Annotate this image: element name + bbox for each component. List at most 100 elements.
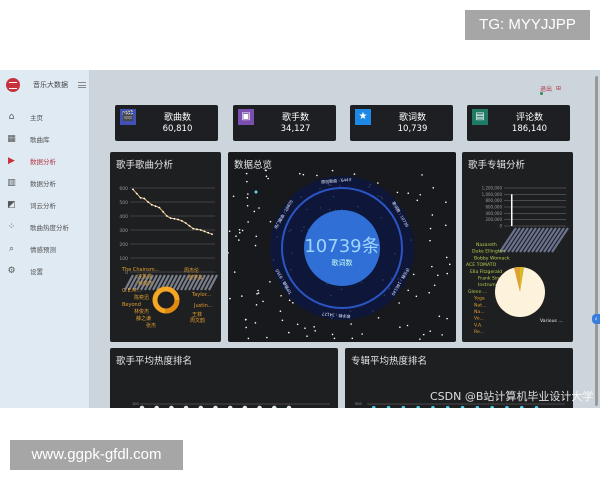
stat-card: ▤ 评论数 186,140	[467, 105, 570, 141]
star-dot	[247, 337, 250, 340]
brand: 音乐大数据	[0, 70, 89, 100]
y-tick-label: 500	[119, 200, 128, 206]
donut-label: 张学友	[188, 274, 203, 281]
data-point	[198, 405, 204, 408]
star-dot	[232, 195, 235, 198]
star-dot	[416, 199, 419, 202]
sidebar-item-label: 歌曲库	[30, 136, 50, 144]
pie-label: V.A.	[474, 322, 483, 328]
donut-label: 周杰伦	[184, 267, 199, 274]
data-point	[242, 405, 248, 408]
data-point	[213, 405, 218, 408]
data-point	[162, 210, 164, 213]
sidebar-item[interactable]: ⌂ 主页	[0, 106, 89, 128]
singer-song-chart: 0100200300400500600The Chainsm...汪苏泷林俊杰G…	[119, 186, 218, 329]
star-dot	[267, 177, 269, 180]
sidebar-item[interactable]: ⚙ 设置	[0, 260, 89, 282]
stat-label: 歌曲数	[163, 113, 191, 123]
y-tick-label: 0	[499, 224, 502, 229]
data-point	[272, 405, 277, 408]
collapse-tab[interactable]: ‹	[592, 314, 600, 324]
panel-title: 数据总览	[234, 160, 273, 171]
star-dot	[257, 289, 259, 292]
sidebar-item[interactable]: ▶ 数据分析	[0, 150, 89, 172]
bar	[401, 406, 406, 408]
data-point	[199, 229, 202, 231]
data-point	[132, 188, 134, 191]
menu-toggle-icon[interactable]	[78, 82, 86, 88]
bar	[446, 406, 450, 408]
star-dot	[419, 193, 422, 196]
data-point	[257, 405, 262, 408]
star-dot	[241, 295, 243, 297]
data-point	[158, 206, 161, 209]
csdn-watermark: CSDN @B站计算机毕业设计大学	[430, 390, 594, 403]
star-dot	[255, 304, 258, 306]
star-dot	[406, 324, 409, 327]
y-tick-label: 300	[119, 228, 128, 234]
pie-label: Nat...	[474, 302, 486, 308]
y-tick-label: 1,200,000	[482, 186, 503, 191]
y-tick-label: 600	[119, 186, 128, 192]
bar	[490, 406, 494, 408]
bar	[431, 406, 435, 408]
bar	[520, 406, 524, 408]
data-point	[147, 201, 149, 203]
bar	[511, 194, 513, 226]
stat-card: 🎬 歌曲数 60,810	[115, 105, 218, 141]
logout-icon: ⊞	[556, 85, 562, 92]
star-dot	[254, 322, 257, 324]
data-point	[139, 196, 142, 199]
sidebar-item[interactable]: ⌕ 情感预测	[0, 238, 89, 260]
star-dot	[361, 333, 363, 335]
cloud-doc-icon: ◩	[7, 199, 16, 210]
data-point	[207, 231, 210, 234]
donut-label: 汪苏泷	[137, 273, 152, 280]
sidebar-item[interactable]: ▦ 歌曲库	[0, 128, 89, 150]
star-dot	[350, 323, 352, 325]
watermark-top: TG: MYYJJPP	[465, 10, 590, 40]
star-dot	[247, 221, 249, 223]
data-point	[154, 405, 159, 408]
star-dot	[238, 229, 241, 231]
star-dot	[412, 273, 415, 276]
bar	[534, 406, 539, 408]
star-dot	[444, 224, 447, 227]
overview-center-label: 歌词数	[331, 259, 353, 267]
data-point	[183, 405, 189, 408]
stat-value: 34,127	[280, 124, 311, 134]
star-dot	[415, 295, 418, 298]
pie-label: Na...	[474, 309, 485, 315]
donut-label: 林俊杰	[138, 280, 153, 287]
sidebar-item[interactable]: ▥ 数据分析	[0, 172, 89, 194]
bar	[505, 406, 509, 408]
y-tick-label: 600,000	[485, 205, 502, 210]
sidebar-item-label: 词云分析	[30, 202, 56, 210]
data-point	[143, 197, 146, 200]
stat-value: 60,810	[162, 124, 193, 134]
scrollbar[interactable]	[595, 76, 598, 406]
star-dot	[446, 317, 448, 320]
star-dot	[377, 182, 379, 184]
star-dot	[407, 192, 410, 195]
star-dot	[445, 201, 447, 203]
sidebar-item[interactable]: ⁘ 歌曲热度分析	[0, 216, 89, 238]
app-title: 音乐大数据	[33, 81, 68, 89]
star-dot	[298, 172, 301, 175]
y-tick-label: 1,000,000	[482, 192, 503, 197]
panel-title: 歌手专辑分析	[468, 160, 526, 171]
logout-label: 退出	[540, 86, 553, 93]
donut-label: 陈奕迅	[134, 294, 149, 301]
donut-label: 王菲	[192, 311, 202, 318]
data-point	[135, 192, 138, 195]
stat-value: 186,140	[511, 124, 548, 134]
sidebar-item[interactable]: ◩ 词云分析	[0, 194, 89, 216]
star-dot	[316, 174, 318, 177]
app-screen: 音乐大数据 ⌂ 主页 ▦ 歌曲库 ▶ 数据分析 ▥ 数据分析 ◩ 词云分析 ⁘ 歌曲热度分析 ⌕ 情感预测…	[0, 70, 600, 408]
panel-title: 歌手歌曲分析	[116, 160, 174, 171]
data-point	[286, 405, 292, 408]
data-point	[181, 220, 183, 222]
logout-button[interactable]: 退出 ⊞	[540, 84, 561, 93]
y-tick-label: 800,000	[485, 198, 502, 203]
star-dot	[431, 214, 434, 216]
